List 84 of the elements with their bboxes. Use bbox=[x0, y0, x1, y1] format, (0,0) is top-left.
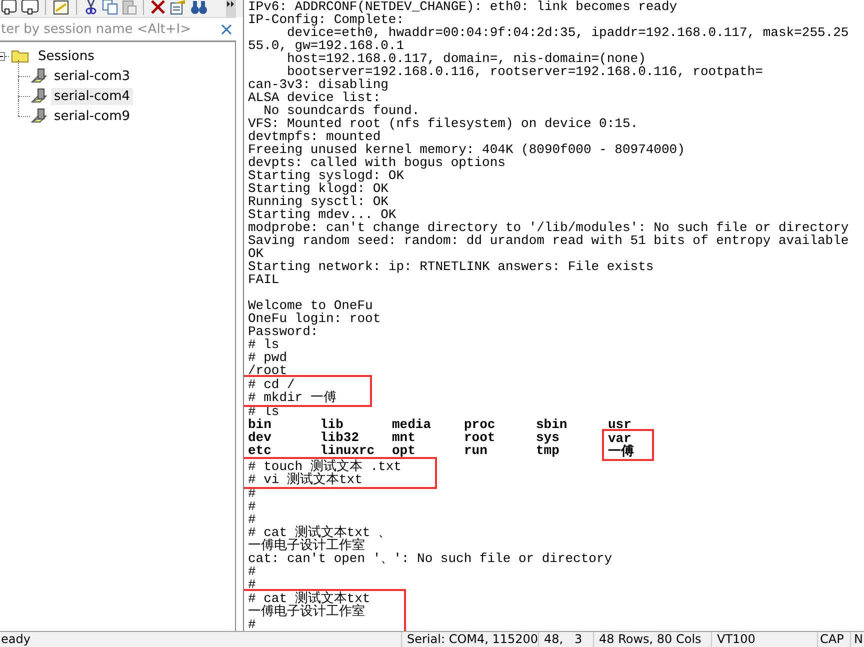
scissors-icon[interactable] bbox=[83, 0, 99, 15]
copy-icon[interactable] bbox=[102, 0, 118, 15]
terminal-line: IP-Config: Complete: bbox=[248, 13, 404, 26]
terminal-line: /root bbox=[248, 364, 288, 377]
terminal-line: devpts: called with bogus options bbox=[248, 156, 506, 169]
terminal-line: devtmpfs: mounted bbox=[248, 130, 381, 143]
directory-name: sbin bbox=[536, 418, 568, 431]
status-text: Serial: COM4, 115200 bbox=[401, 632, 538, 647]
toolbar-overflow-icon[interactable] bbox=[226, 0, 236, 17]
terminal-line: OK bbox=[248, 247, 264, 260]
serial-session-icon bbox=[30, 87, 48, 105]
directory-name: dev bbox=[248, 431, 272, 444]
delete-icon[interactable] bbox=[150, 0, 166, 15]
terminal-line: OneFu login: root bbox=[248, 312, 382, 325]
terminal-line: # vi 测试文本txt bbox=[248, 473, 364, 486]
filter-field[interactable]: ter by session name <Alt+I> bbox=[0, 22, 217, 36]
directory-name: lib bbox=[320, 418, 344, 431]
status-text: 48 Rows, 80 Cols bbox=[593, 632, 711, 647]
terminal-line: # bbox=[248, 565, 257, 578]
directory-name: mnt bbox=[392, 431, 416, 444]
status-text: eady bbox=[0, 632, 32, 647]
status-text: CAP bbox=[817, 632, 850, 647]
terminal-line: # bbox=[248, 487, 257, 500]
serial-session-icon bbox=[30, 107, 48, 125]
tree-item[interactable]: serial-com3 bbox=[51, 68, 134, 84]
directory-name: root bbox=[464, 431, 496, 444]
directory-name: opt bbox=[392, 444, 416, 457]
tree-item[interactable]: serial-com9 bbox=[51, 108, 134, 124]
terminal-line: # bbox=[248, 513, 257, 526]
terminal-line: Starting syslogd: OK bbox=[248, 169, 405, 182]
terminal-line: Welcome to OneFu bbox=[248, 299, 374, 312]
terminal-line: # bbox=[248, 578, 257, 591]
directory-name: var bbox=[608, 432, 632, 445]
terminal-line: VFS: Mounted root (nfs filesystem) on device 0:15. bbox=[248, 117, 640, 130]
terminal-line: # mkdir 一傅 bbox=[248, 391, 336, 404]
terminal-line: # ls bbox=[248, 338, 280, 351]
terminal-line: IPv6: ADDRCONF(NETDEV_CHANGE): eth0: link becomes ready bbox=[248, 0, 678, 13]
terminal-line: Password: bbox=[248, 325, 318, 338]
binoculars-icon[interactable] bbox=[190, 0, 208, 15]
directory-name: media bbox=[392, 418, 432, 431]
terminal-line: 一傅电子设计工作室 bbox=[248, 605, 366, 618]
directory-name: lib32 bbox=[320, 431, 360, 444]
terminal-line: device=eth0, hwaddr=00:04:9f:04:2d:35, ipaddr=192.168.0.117, mask=255.25 bbox=[287, 26, 850, 39]
terminal-line: Freeing unused kernel memory: 404K (8090f000 - 80974000) bbox=[248, 143, 686, 156]
terminal-line: # bbox=[248, 500, 257, 513]
terminal-line: Starting mdev... OK bbox=[248, 208, 396, 221]
terminal-line: # bbox=[248, 618, 257, 631]
terminal-line: modprobe: can't change directory to '/lib/modules': No such file or directory bbox=[248, 221, 850, 234]
directory-name: linuxrc bbox=[320, 444, 376, 457]
terminal-line: Running sysctl: OK bbox=[248, 195, 390, 208]
serial-session-icon bbox=[30, 67, 48, 85]
directory-name: tmp bbox=[536, 444, 560, 457]
tree-item[interactable]: serial-com4 bbox=[51, 88, 134, 104]
terminal-line: Saving random seed: random: dd urandom read with 51 bits of entropy available bbox=[248, 234, 850, 247]
terminal-line: # cd / bbox=[248, 378, 295, 391]
terminal-line: No soundcards found. bbox=[262, 104, 421, 117]
terminal-line: 一傅电子设计工作室 bbox=[248, 539, 366, 552]
directory-name: etc bbox=[248, 444, 272, 457]
directory-name: sys bbox=[536, 431, 560, 444]
directory-name: bin bbox=[248, 418, 272, 431]
terminal-line: Starting klogd: OK bbox=[248, 182, 390, 195]
terminal-line: bootserver=192.168.0.116, rootserver=192.168.0.116, rootpath= bbox=[286, 65, 764, 78]
tree-item[interactable]: Sessions bbox=[35, 48, 98, 64]
properties-icon[interactable] bbox=[169, 0, 187, 15]
terminal-line: ALSA device list: bbox=[248, 91, 381, 104]
directory-name: usr bbox=[608, 418, 632, 431]
terminal-line: # cat 测试文本txt 、 bbox=[248, 526, 392, 539]
directory-name: proc bbox=[464, 418, 496, 431]
terminal-line: # pwd bbox=[248, 351, 288, 364]
terminal-line: host=192.168.0.117, domain=, nis-domain=(none) bbox=[286, 52, 647, 65]
directory-name: 一傅 bbox=[608, 445, 634, 458]
terminal-line: # touch 测试文本 .txt bbox=[248, 460, 402, 473]
status-text: VT100 bbox=[711, 632, 817, 647]
terminal-line: Starting network: ip: RTNETLINK answers: File exists bbox=[248, 260, 655, 273]
directory-name: run bbox=[464, 444, 488, 457]
close-icon[interactable] bbox=[221, 24, 232, 34]
terminal-line: can-3v3: disabling bbox=[248, 78, 388, 91]
status-text: N bbox=[850, 632, 864, 647]
terminal-line: 55.0, gw=192.168.0.1 bbox=[248, 39, 404, 52]
new-session-icon[interactable] bbox=[52, 0, 70, 15]
terminal-line: cat: can't open '、': No such file or directory bbox=[248, 552, 614, 565]
terminal-line: # cat 测试文本txt bbox=[248, 592, 370, 605]
terminal-line: FAIL bbox=[248, 273, 280, 286]
status-text: 48, 3 bbox=[538, 632, 593, 647]
